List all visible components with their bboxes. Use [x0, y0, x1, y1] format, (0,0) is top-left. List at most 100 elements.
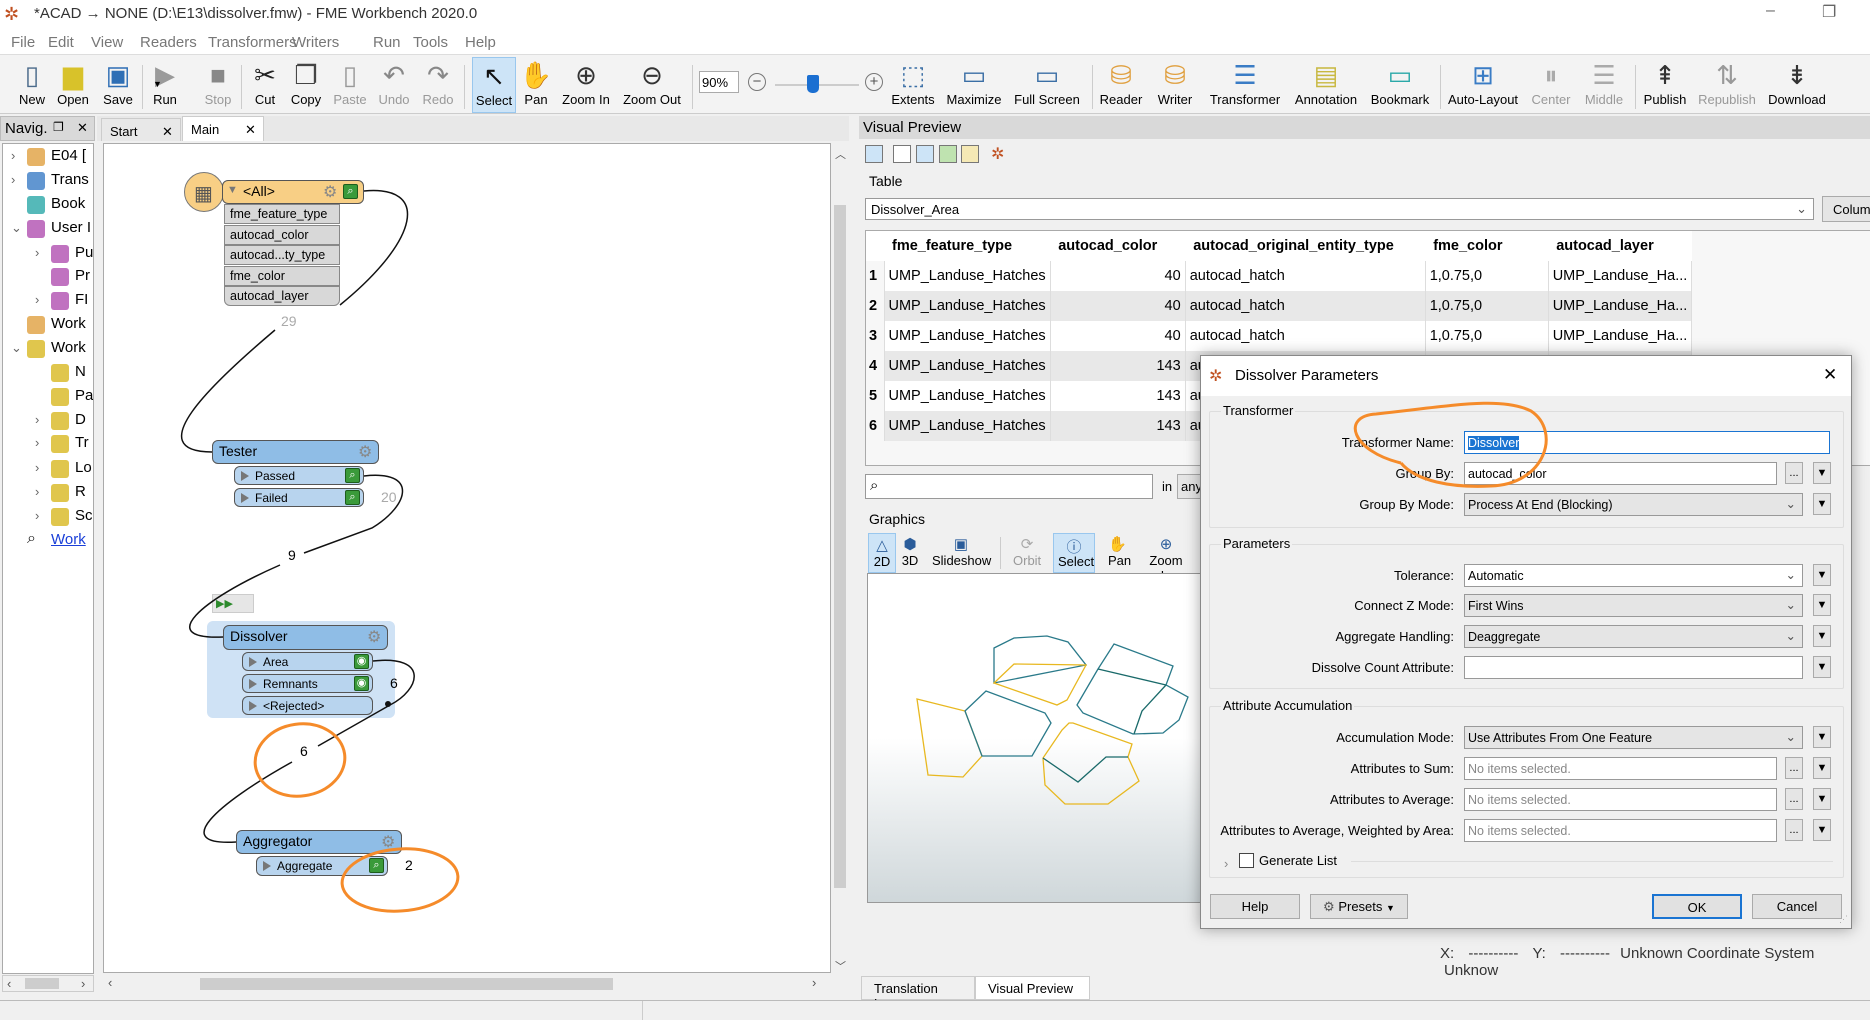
ellipsis-button[interactable]: ...	[1785, 757, 1803, 779]
scroll-down-icon[interactable]: ﹀	[835, 958, 846, 974]
feature-type-select[interactable]: Dissolver_Area ⌄	[865, 198, 1814, 220]
group-by-input[interactable]: autocad_color	[1464, 462, 1777, 485]
pan-button[interactable]: ✋ Pan	[514, 57, 558, 113]
download-button[interactable]: ⇟ Download	[1763, 57, 1831, 113]
presets-button[interactable]: ⚙ Presets ▼	[1310, 894, 1408, 919]
publish-button[interactable]: ⇞ Publish	[1635, 57, 1696, 113]
accumulation-mode-select[interactable]: Use Attributes From One Feature ⌄	[1464, 726, 1803, 749]
graphics-slideshow-button[interactable]: ▣ Slideshow	[928, 533, 994, 573]
annotation-button[interactable]: ▤ Annotation	[1285, 57, 1367, 113]
help-button[interactable]: Help	[1210, 894, 1300, 919]
menu-tools[interactable]: Tools	[410, 32, 451, 53]
scroll-right-icon[interactable]: ›	[81, 976, 85, 991]
scroll-right-icon[interactable]: ›	[812, 975, 816, 990]
table-row[interactable]: 2 UMP_Landuse_Hatches 40 autocad_hatch 1,0.7…	[866, 291, 1693, 321]
graphics-view[interactable]	[867, 573, 1207, 903]
column-header-fme-feature-type[interactable]: fme_feature_type	[884, 231, 1051, 261]
zoom-out-button[interactable]: ⊖ Zoom Out	[618, 57, 686, 113]
inspect-icon[interactable]: ⌕	[345, 468, 360, 483]
parameter-menu-button[interactable]: ▼	[1813, 656, 1831, 678]
navigator-horizontal-scrollbar[interactable]: ‹ ›	[2, 975, 94, 992]
run-to-here-icons[interactable]: ▶▶	[212, 594, 254, 613]
ellipsis-button[interactable]: ...	[1785, 462, 1803, 484]
navigator-item-pa[interactable]: Pa	[3, 386, 93, 408]
column-header-autocad-layer[interactable]: autocad_layer	[1548, 231, 1692, 261]
parameter-menu-button[interactable]: ▼	[1813, 594, 1831, 616]
aggregator-node[interactable]: Aggregator ⚙	[236, 830, 402, 854]
dissolver-node[interactable]: Dissolver ⚙	[223, 625, 388, 650]
chevron-right-icon[interactable]: ›	[35, 460, 39, 475]
graphics-orbit-button[interactable]: ⟳ Orbit	[1009, 533, 1045, 573]
columns-button[interactable]: Colum	[1822, 196, 1870, 222]
scroll-thumb[interactable]	[25, 978, 59, 989]
parameter-menu-button[interactable]: ▼	[1813, 788, 1831, 810]
select-features-icon[interactable]	[865, 145, 883, 163]
tab-visual-preview[interactable]: Visual Preview	[975, 976, 1090, 1000]
tolerance-select[interactable]: Automatic ⌄	[1464, 564, 1803, 587]
scroll-left-icon[interactable]: ‹	[7, 976, 11, 991]
graphics-view-icon[interactable]	[939, 145, 957, 163]
feature-info-icon[interactable]	[961, 145, 979, 163]
port-remnants[interactable]: Remnants ◉	[242, 674, 373, 693]
chevron-down-icon[interactable]: ⌄	[11, 340, 22, 356]
parameter-menu-button[interactable]: ▼	[1813, 757, 1831, 779]
inspect-icon[interactable]: ◉	[354, 676, 369, 691]
writer-button[interactable]: ⛁ Writer	[1153, 57, 1197, 113]
chevron-right-icon[interactable]: ›	[35, 435, 39, 450]
transformer-name-input[interactable]: Dissolver	[1464, 431, 1830, 454]
port-aggregate[interactable]: Aggregate ⌕	[256, 856, 388, 876]
navigator-item-r[interactable]: › R	[3, 482, 93, 504]
navigator-item-work[interactable]: ⌄ Work	[3, 338, 93, 360]
table-row[interactable]: 1 UMP_Landuse_Hatches 40 autocad_hatch 1,0.7…	[866, 261, 1693, 291]
table-row[interactable]: 3 UMP_Landuse_Hatches 40 autocad_hatch 1,0.7…	[866, 321, 1693, 351]
inspect-icon[interactable]: ⌕	[369, 858, 384, 873]
graphics-2d-button[interactable]: △ 2D	[868, 533, 896, 573]
parameter-menu-button[interactable]: ▼	[1813, 564, 1831, 586]
gear-icon[interactable]: ⚙	[381, 832, 395, 852]
parameter-menu-button[interactable]: ▼	[1813, 493, 1831, 515]
parameter-menu-button[interactable]: ▼	[1813, 462, 1831, 484]
graphics-select-button[interactable]: ⓘ Select	[1053, 533, 1095, 573]
chevron-right-icon[interactable]: ›	[35, 508, 39, 523]
maximize-button[interactable]: ▭ Maximize	[940, 57, 1008, 113]
zoom-slider-thumb[interactable]	[806, 75, 819, 93]
navigator-item-work[interactable]: ⌕ Work	[3, 530, 93, 552]
gear-icon[interactable]: ⚙	[367, 627, 381, 647]
canvas-vertical-scroll-thumb[interactable]	[834, 205, 846, 888]
table-view-icon[interactable]	[893, 145, 911, 163]
chevron-right-icon[interactable]: ›	[35, 484, 39, 499]
menu-run[interactable]: Run	[370, 32, 404, 53]
scroll-left-icon[interactable]: ‹	[108, 975, 112, 990]
connect-z-select[interactable]: First Wins ⌄	[1464, 594, 1803, 617]
transformer-button[interactable]: ☰ Transformer	[1201, 57, 1290, 113]
group-by-mode-select[interactable]: Process At End (Blocking) ⌄	[1464, 493, 1803, 516]
parameter-menu-button[interactable]: ▼	[1813, 819, 1831, 841]
zoom-in-small-button[interactable]: +	[865, 73, 883, 91]
redo-button[interactable]: ↷ Redo	[416, 57, 460, 113]
table-search-input[interactable]: ⌕	[865, 474, 1153, 499]
port-passed[interactable]: Passed ⌕	[234, 466, 364, 485]
restore-button[interactable]: ❐	[1822, 2, 1836, 22]
tester-node[interactable]: Tester ⚙	[212, 440, 379, 464]
parameter-menu-button[interactable]: ▼	[1813, 625, 1831, 647]
port-rejected[interactable]: <Rejected>	[242, 696, 373, 715]
graphics-zoom-in-button[interactable]: ⊕Zoom In	[1143, 533, 1189, 583]
graphics-pan-button[interactable]: ✋ Pan	[1104, 533, 1131, 573]
scroll-up-icon[interactable]: ︿	[835, 146, 846, 162]
parameter-menu-button[interactable]: ▼	[1813, 726, 1831, 748]
weighted-input[interactable]: No items selected.	[1464, 819, 1777, 842]
cancel-button[interactable]: Cancel	[1752, 894, 1842, 919]
inspect-icon[interactable]: ⌕	[345, 490, 360, 505]
dissolve-count-input[interactable]	[1464, 656, 1803, 679]
menu-help[interactable]: Help	[462, 32, 499, 53]
navigator-item-tr[interactable]: › Tr	[3, 433, 93, 455]
zoom-level-field[interactable]: 90%	[699, 71, 739, 93]
column-header-autocad-color[interactable]: autocad_color	[1050, 231, 1186, 261]
ellipsis-button[interactable]: ...	[1785, 819, 1803, 841]
ok-button[interactable]: OK	[1652, 894, 1742, 919]
aggregate-handling-select[interactable]: Deaggregate ⌄	[1464, 625, 1803, 648]
extents-button[interactable]: ⬚ Extents	[883, 57, 944, 113]
navigator-item-d[interactable]: › D	[3, 410, 93, 432]
dialog-close-button[interactable]: ✕	[1823, 365, 1837, 385]
inspect-icon[interactable]: ⌕	[343, 184, 358, 199]
